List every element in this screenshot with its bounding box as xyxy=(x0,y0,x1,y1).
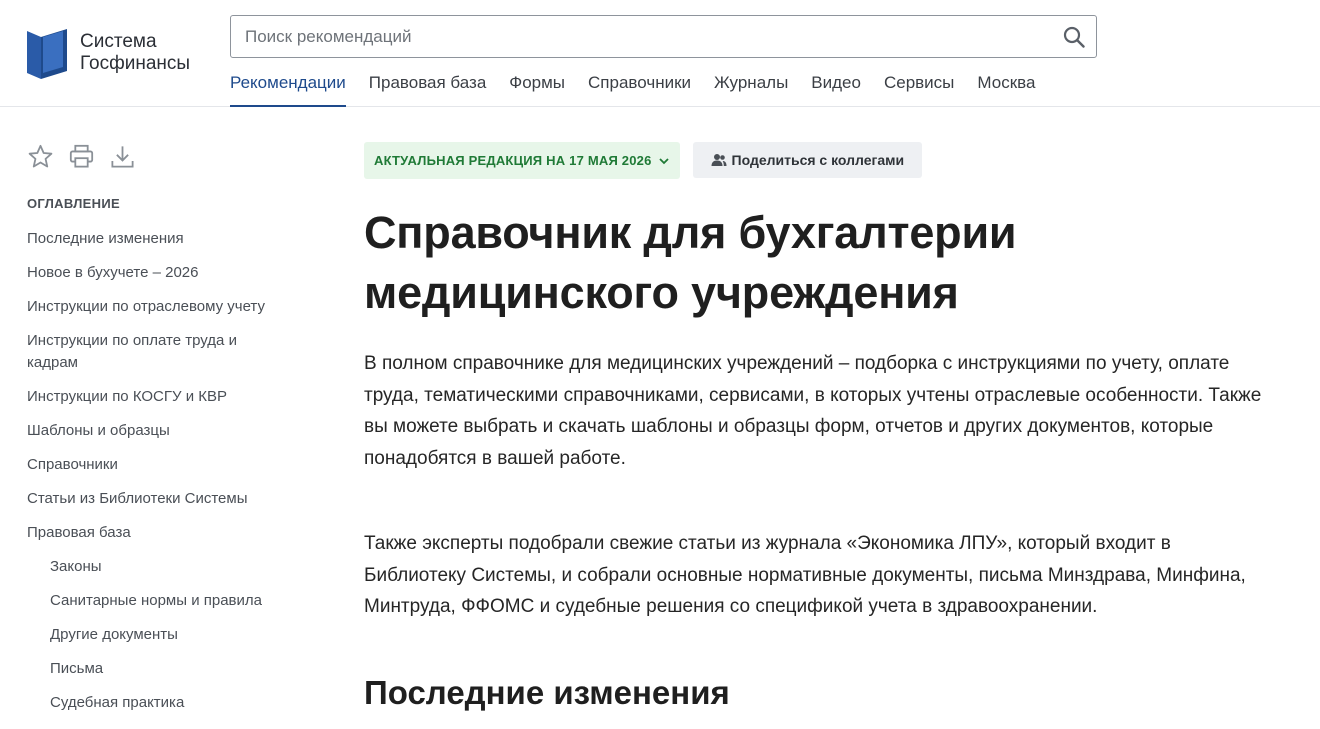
toc-subitem[interactable]: Судебная практика xyxy=(27,692,297,714)
toc-item[interactable]: Последние изменения xyxy=(27,228,297,250)
toc-subitem[interactable]: Санитарные нормы и правила xyxy=(27,590,297,612)
toc-item[interactable]: Инструкции по оплате труда и кадрам xyxy=(27,330,257,374)
book-logo-icon xyxy=(27,27,67,79)
doc-toolbar xyxy=(27,142,136,170)
print-button[interactable] xyxy=(68,142,95,170)
main-content: АКТУАЛЬНАЯ РЕДАКЦИЯ НА 17 МАЯ 2026 Подел… xyxy=(364,142,1274,713)
experts-paragraph: Также эксперты подобрали свежие статьи и… xyxy=(364,533,1246,617)
nav-references[interactable]: Справочники xyxy=(588,68,691,107)
edition-dropdown[interactable]: АКТУАЛЬНАЯ РЕДАКЦИЯ НА 17 МАЯ 2026 xyxy=(364,142,680,179)
nav-legal-base[interactable]: Правовая база xyxy=(369,68,487,107)
download-button[interactable] xyxy=(109,142,136,170)
doc-badges: АКТУАЛЬНАЯ РЕДАКЦИЯ НА 17 МАЯ 2026 Подел… xyxy=(364,142,1274,179)
toc-item[interactable]: Шаблоны и образцы xyxy=(27,420,297,442)
toc-item[interactable]: Справочники xyxy=(27,454,297,476)
search-icon xyxy=(1063,26,1085,48)
logo-text: Система Госфинансы xyxy=(80,31,190,75)
toc-title: ОГЛАВЛЕНИЕ xyxy=(27,196,120,211)
nav-forms[interactable]: Формы xyxy=(509,68,565,107)
search-box xyxy=(230,15,1097,58)
toc-item[interactable]: Статьи из Библиотеки Системы xyxy=(27,488,297,510)
favorite-button[interactable] xyxy=(27,142,54,170)
print-icon xyxy=(69,144,94,168)
nav-journals[interactable]: Журналы xyxy=(714,68,788,107)
toc-item[interactable]: Инструкции по отраслевому учету xyxy=(27,296,297,318)
nav-video[interactable]: Видео xyxy=(811,68,861,107)
logo-line1: Система xyxy=(80,31,157,52)
edition-label: АКТУАЛЬНАЯ РЕДАКЦИЯ НА 17 МАЯ 2026 xyxy=(374,153,652,168)
toc-list: Последние изменения Новое в бухучете – 2… xyxy=(27,228,297,714)
page-title: Справочник для бухгалтерии медицинского … xyxy=(364,207,1017,318)
search-input[interactable] xyxy=(231,16,1052,57)
toc-item[interactable]: Правовая база xyxy=(27,522,297,544)
logo-line2: Госфинансы xyxy=(80,53,191,74)
nav-region[interactable]: Москва xyxy=(977,68,1035,107)
share-button[interactable]: Поделиться с коллегами xyxy=(692,142,923,178)
toc-item[interactable]: Новое в бухучете – 2026 xyxy=(27,262,297,284)
toc-subitem[interactable]: Другие документы xyxy=(27,624,297,646)
main-nav: Рекомендации Правовая база Формы Справоч… xyxy=(230,68,1058,107)
star-icon xyxy=(28,144,53,167)
nav-recommendations[interactable]: Рекомендации xyxy=(230,68,346,107)
intro-paragraph: В полном справочнике для медицинских учр… xyxy=(364,353,1262,469)
nav-services[interactable]: Сервисы xyxy=(884,68,954,107)
chevron-down-icon xyxy=(658,155,670,167)
toc-subitem[interactable]: Письма xyxy=(27,658,297,680)
users-icon xyxy=(711,153,727,167)
search-button[interactable] xyxy=(1052,16,1096,57)
toc-item[interactable]: Инструкции по КОСГУ и КВР xyxy=(27,386,297,408)
share-label: Поделиться с коллегами xyxy=(731,152,905,168)
logo[interactable]: Система Госфинансы xyxy=(27,27,190,79)
section-title: Последние изменения xyxy=(364,673,730,711)
header: Система Госфинансы Рекомендации Правовая… xyxy=(0,0,1320,107)
download-icon xyxy=(111,145,134,168)
toc-subitem[interactable]: Законы xyxy=(27,556,297,578)
